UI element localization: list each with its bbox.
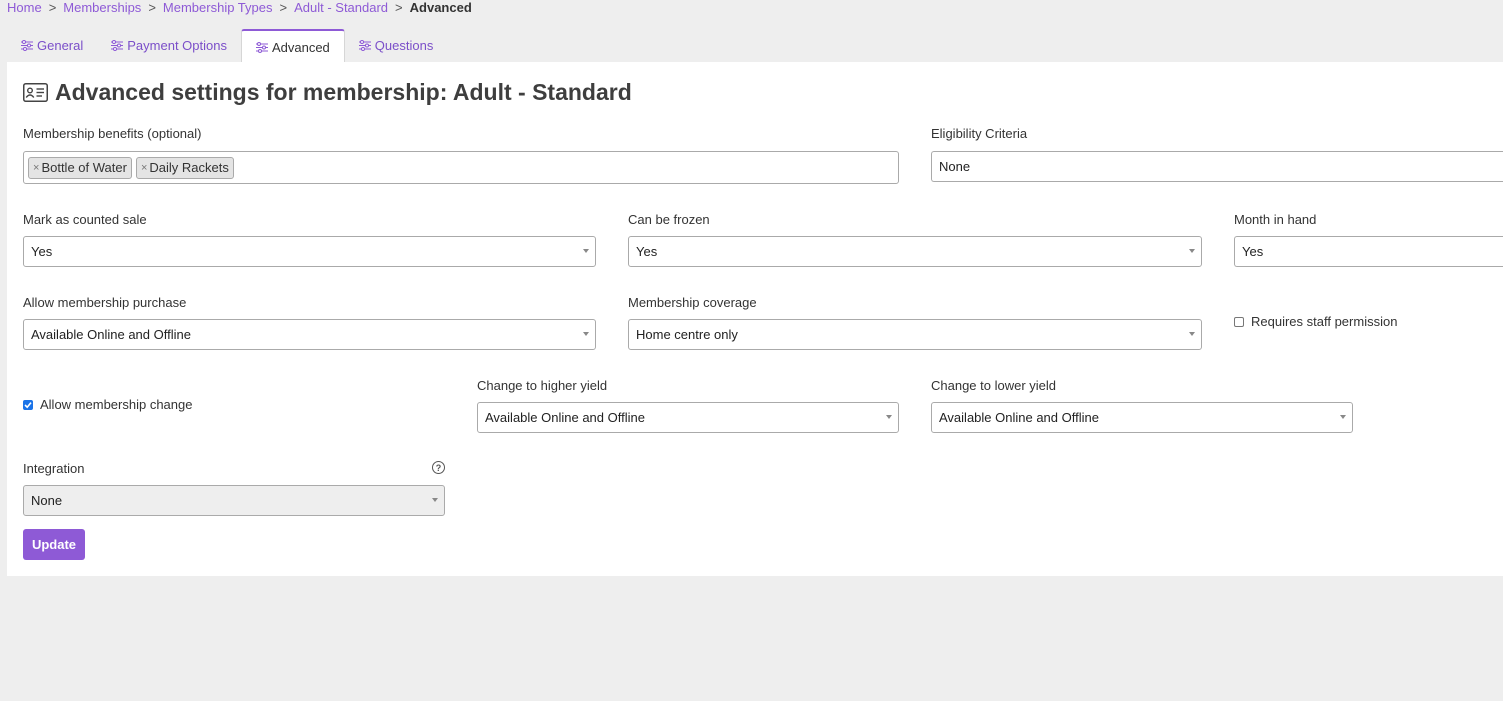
breadcrumb-home[interactable]: Home — [7, 0, 42, 15]
chevron-down-icon — [1189, 249, 1195, 253]
tab-questions-label: Questions — [374, 38, 434, 53]
benefit-tag: × Bottle of Water — [28, 156, 132, 179]
coverage-value: Home centre only — [636, 327, 738, 342]
chevron-down-icon — [1189, 332, 1195, 336]
update-button[interactable]: Update — [23, 529, 85, 560]
checkmark-icon — [24, 401, 32, 408]
higher-yield-value: Available Online and Offline — [485, 410, 645, 425]
page-title: Advanced settings for membership: Adult … — [23, 78, 632, 106]
tab-bar: General Payment Options Advanced Questio… — [7, 29, 448, 63]
help-icon[interactable]: ? — [432, 461, 445, 474]
counted-sale-label: Mark as counted sale — [23, 212, 147, 227]
tab-payment-options[interactable]: Payment Options — [97, 29, 241, 62]
breadcrumb-separator: > — [148, 0, 156, 15]
eligibility-select[interactable]: None — [931, 151, 1503, 182]
allow-purchase-value: Available Online and Offline — [31, 327, 191, 342]
integration-label: Integration — [23, 461, 85, 476]
chevron-down-icon — [432, 498, 438, 502]
coverage-label: Membership coverage — [628, 295, 757, 310]
benefit-tag-label: Daily Rackets — [149, 160, 229, 175]
counted-sale-select[interactable]: Yes — [23, 236, 596, 267]
allow-purchase-select[interactable]: Available Online and Offline — [23, 319, 596, 350]
benefit-tag-label: Bottle of Water — [41, 160, 127, 175]
month-in-hand-label: Month in hand — [1234, 212, 1317, 227]
coverage-select[interactable]: Home centre only — [628, 319, 1202, 350]
lower-yield-label: Change to lower yield — [931, 378, 1057, 393]
tab-general[interactable]: General — [7, 29, 97, 62]
sliders-icon — [255, 41, 268, 53]
integration-value: None — [31, 493, 63, 508]
advanced-settings-panel: Advanced settings for membership: Adult … — [7, 62, 1503, 576]
can-be-frozen-select[interactable]: Yes — [628, 236, 1202, 267]
lower-yield-value: Available Online and Offline — [939, 410, 1099, 425]
integration-select[interactable]: None — [23, 485, 445, 516]
benefit-tag: × Daily Rackets — [135, 156, 234, 179]
breadcrumb-membership-types[interactable]: Membership Types — [163, 0, 273, 15]
allow-change-checkbox[interactable] — [23, 399, 33, 410]
breadcrumb-separator: > — [279, 0, 288, 15]
page-title-text: Advanced settings for membership: Adult … — [55, 78, 632, 105]
remove-tag-icon[interactable]: × — [33, 162, 39, 174]
allow-purchase-label: Allow membership purchase — [23, 295, 187, 310]
tab-general-label: General — [37, 38, 84, 53]
eligibility-label: Eligibility Criteria — [931, 126, 1028, 141]
staff-permission-label: Requires staff permission — [1251, 314, 1398, 329]
counted-sale-value: Yes — [31, 244, 53, 259]
allow-change-checkbox-row[interactable]: Allow membership change — [23, 397, 192, 412]
staff-permission-checkbox[interactable] — [1234, 316, 1244, 327]
id-card-icon — [23, 82, 48, 102]
can-be-frozen-label: Can be frozen — [628, 212, 710, 227]
tab-payment-options-label: Payment Options — [127, 38, 227, 53]
sliders-icon — [21, 40, 33, 51]
chevron-down-icon — [1340, 415, 1346, 419]
sliders-icon — [111, 40, 124, 51]
higher-yield-select[interactable]: Available Online and Offline — [477, 402, 899, 433]
breadcrumb-separator: > — [395, 0, 403, 15]
month-in-hand-value: Yes — [1242, 244, 1264, 259]
benefits-tag-input[interactable]: × Bottle of Water × Daily Rackets — [23, 151, 899, 184]
tab-advanced[interactable]: Advanced — [240, 29, 345, 63]
allow-change-label: Allow membership change — [40, 397, 193, 412]
remove-tag-icon[interactable]: × — [141, 162, 147, 174]
higher-yield-label: Change to higher yield — [477, 378, 608, 393]
can-be-frozen-value: Yes — [636, 244, 658, 259]
breadcrumb-adult-standard[interactable]: Adult - Standard — [294, 0, 388, 15]
staff-permission-checkbox-row[interactable]: Requires staff permission — [1234, 314, 1397, 329]
eligibility-value: None — [939, 159, 971, 174]
breadcrumb: Home > Memberships > Membership Types > … — [7, 0, 472, 15]
month-in-hand-select[interactable]: Yes — [1234, 236, 1503, 267]
tab-questions[interactable]: Questions — [345, 29, 448, 62]
chevron-down-icon — [583, 332, 589, 336]
tab-advanced-label: Advanced — [271, 39, 330, 55]
breadcrumb-current: Advanced — [409, 0, 472, 15]
breadcrumb-separator: > — [48, 0, 57, 15]
chevron-down-icon — [583, 249, 589, 253]
breadcrumb-memberships[interactable]: Memberships — [63, 0, 141, 15]
sliders-icon — [358, 40, 371, 51]
benefits-label: Membership benefits (optional) — [23, 126, 202, 141]
lower-yield-select[interactable]: Available Online and Offline — [931, 402, 1353, 433]
chevron-down-icon — [886, 415, 892, 419]
